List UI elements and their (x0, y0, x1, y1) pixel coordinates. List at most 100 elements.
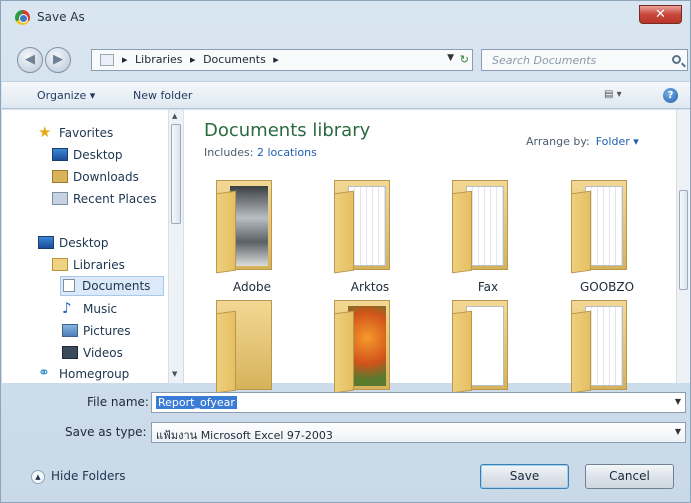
locations-link[interactable]: 2 locations (257, 146, 317, 159)
save-button[interactable]: Save (480, 464, 569, 489)
breadcrumb-separator-icon: ▸ (122, 53, 128, 66)
scroll-down-icon[interactable]: ▼ (172, 370, 177, 378)
address-dropdown-icon[interactable]: ▼ (447, 53, 454, 63)
hide-folders-label: Hide Folders (51, 469, 126, 483)
sidebar-item-label: Downloads (73, 170, 139, 184)
includes-label: Includes: (204, 146, 254, 159)
folder-name: Adobe (233, 280, 271, 294)
back-button[interactable]: ◀ (17, 47, 43, 73)
search-icon (672, 55, 681, 64)
breadcrumb-libraries[interactable]: Libraries (135, 53, 183, 66)
forward-arrow-icon: ▶ (53, 52, 63, 67)
sidebar-item-label: Desktop (73, 148, 123, 162)
title-bar: Save As ✕ (1, 1, 690, 33)
sidebar-item-desktop[interactable]: Desktop (52, 146, 162, 166)
homegroup-icon: ⚭ (38, 365, 50, 381)
sidebar-item-music[interactable]: ♪ Music (62, 300, 162, 320)
help-icon[interactable]: ? (663, 88, 678, 103)
breadcrumb-documents[interactable]: Documents (203, 53, 266, 66)
folder-front (452, 310, 472, 394)
arrange-label: Arrange by: (526, 135, 590, 148)
filename-value: Report_ofyear (156, 396, 237, 409)
breadcrumb: ▸ Libraries ▸ Documents ▸ (122, 53, 283, 66)
downloads-icon (52, 170, 68, 183)
cancel-button[interactable]: Cancel (585, 464, 674, 489)
forward-button[interactable]: ▶ (45, 47, 71, 73)
chevron-up-icon: ▲ (31, 469, 45, 484)
chrome-icon (15, 10, 30, 25)
breadcrumb-separator-icon: ▸ (190, 53, 196, 66)
folder-icon (100, 54, 114, 66)
change-view-icon[interactable]: ▤ ▾ (604, 89, 630, 103)
command-bar: Organize ▾ New folder ▤ ▾ ? (2, 81, 690, 109)
search-placeholder: Search Documents (492, 54, 597, 67)
sidebar-item-pictures[interactable]: Pictures (62, 322, 162, 342)
content-scrollbar[interactable] (676, 110, 690, 383)
videos-icon (62, 346, 78, 359)
hide-folders-button[interactable]: ▲ Hide Folders (31, 469, 126, 484)
sidebar-scrollbar[interactable]: ▲ ▼ (168, 110, 183, 383)
folder-front (452, 190, 472, 274)
folder-name: Fax (477, 280, 499, 294)
library-title: Documents library (204, 120, 371, 141)
folder-front (334, 310, 354, 394)
libraries-icon (52, 258, 68, 271)
scrollbar-thumb[interactable] (679, 190, 688, 290)
sidebar-item-label: Recent Places (73, 192, 157, 206)
sidebar-item-label: Favorites (59, 126, 114, 140)
savetype-value: แฟ้มงาน Microsoft Excel 97-2003 (156, 429, 333, 442)
sidebar-item-label: Pictures (83, 324, 131, 338)
arrange-by: Arrange by: Folder ▾ (526, 135, 639, 148)
music-icon: ♪ (62, 299, 72, 317)
organize-button[interactable]: Organize ▾ (37, 89, 95, 102)
sidebar-item-videos[interactable]: Videos (62, 344, 162, 364)
new-folder-button[interactable]: New folder (133, 89, 192, 102)
sidebar-item-favorites[interactable]: ★ Favorites (38, 124, 158, 144)
scrollbar-thumb[interactable] (171, 124, 181, 224)
navigation-pane: ★ Favorites Desktop Downloads Recent Pla… (2, 110, 183, 383)
chevron-down-icon[interactable]: ▼ (675, 397, 681, 406)
desktop-icon (52, 148, 68, 161)
library-includes: Includes: 2 locations (204, 146, 317, 159)
desktop-icon (38, 236, 54, 249)
pictures-icon (62, 324, 78, 337)
folder-front (334, 190, 354, 274)
sidebar-item-libraries[interactable]: Libraries (52, 256, 162, 276)
sidebar-item-label: Music (83, 302, 118, 316)
search-input[interactable]: Search Documents (481, 49, 688, 71)
recent-places-icon (52, 192, 68, 205)
sidebar-item-desktop-root[interactable]: Desktop (38, 234, 158, 254)
scroll-up-icon[interactable]: ▲ (172, 112, 177, 120)
star-icon: ★ (38, 123, 52, 141)
sidebar-item-label: Desktop (59, 236, 109, 250)
folder-name: Arktos (350, 280, 390, 294)
sidebar-item-label: Videos (83, 346, 123, 360)
folder-front (216, 310, 236, 394)
folder-front (216, 190, 236, 274)
arrange-dropdown[interactable]: Folder ▾ (596, 135, 639, 148)
savetype-select[interactable]: แฟ้มงาน Microsoft Excel 97-2003 ▼ (151, 422, 686, 443)
save-as-dialog: Save As ✕ ◀ ▶ ▸ Libraries ▸ Documents ▸ … (0, 0, 691, 503)
filename-field[interactable]: Report_ofyear ▼ (151, 392, 686, 413)
sidebar-item-label: Documents (82, 279, 151, 293)
chevron-down-icon[interactable]: ▼ (675, 427, 681, 436)
refresh-icon[interactable]: ↻ (460, 53, 469, 66)
content-pane: Documents library Includes: 2 locations … (184, 110, 690, 394)
sidebar-item-downloads[interactable]: Downloads (52, 168, 162, 188)
close-button[interactable]: ✕ (639, 5, 682, 24)
navigation-bar: ◀ ▶ ▸ Libraries ▸ Documents ▸ ▼ ↻ Search… (1, 37, 690, 77)
filename-label: File name: (87, 395, 149, 409)
savetype-label: Save as type: (65, 425, 147, 439)
document-icon (63, 279, 75, 292)
sidebar-item-label: Homegroup (59, 367, 130, 381)
sidebar-item-documents[interactable]: Documents (60, 276, 164, 296)
back-arrow-icon: ◀ (25, 52, 35, 67)
breadcrumb-separator-icon: ▸ (273, 53, 279, 66)
folder-front (571, 310, 591, 394)
sidebar-item-homegroup[interactable]: ⚭ Homegroup (38, 365, 158, 385)
address-bar[interactable]: ▸ Libraries ▸ Documents ▸ ▼ ↻ (91, 49, 473, 71)
window-title: Save As (37, 10, 85, 24)
sidebar-item-label: Libraries (73, 258, 125, 272)
sidebar-item-recent-places[interactable]: Recent Places (52, 190, 164, 210)
folder-name: GOOBZO (579, 280, 635, 294)
